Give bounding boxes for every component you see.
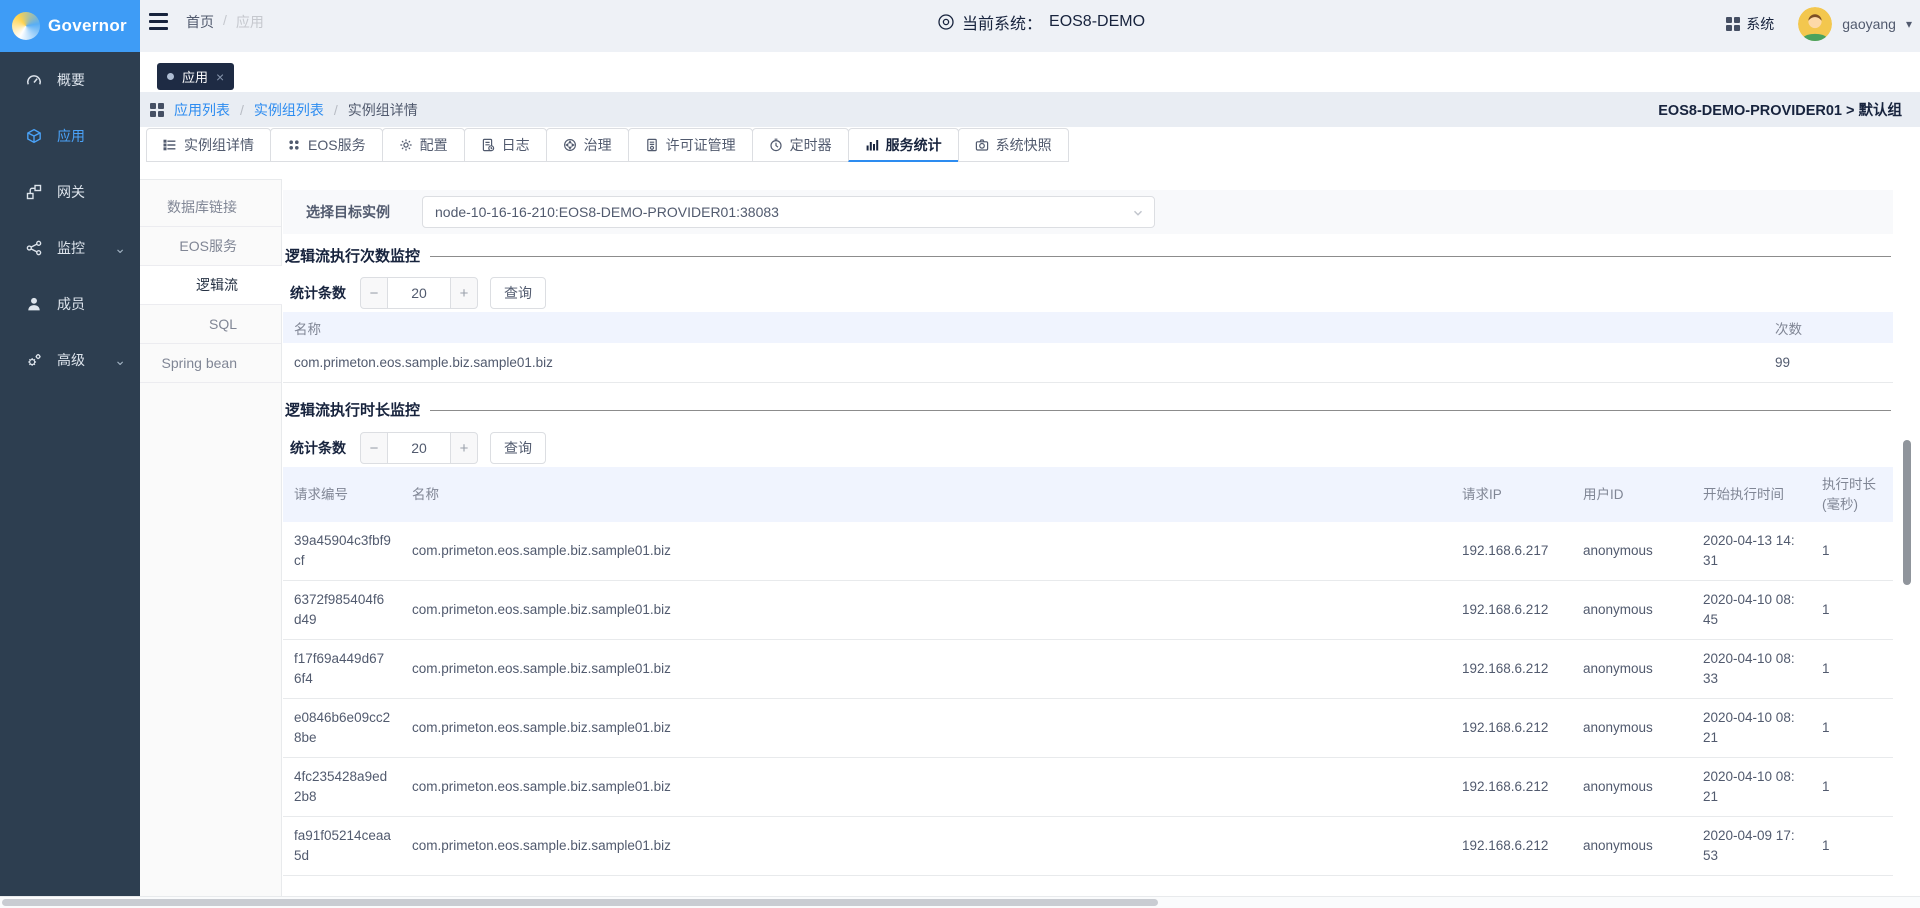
- stat-count-label: 统计条数: [290, 283, 346, 303]
- table-row: 4fc235428a9ed2b8 com.primeton.eos.sample…: [283, 758, 1893, 817]
- sidebar-nav: 概要 应用 网关 监控 ⌄ 成员 高级 ⌄: [0, 52, 140, 388]
- sidebar-item-overview[interactable]: 概要: [0, 52, 140, 108]
- duration-stepper: − +: [360, 432, 478, 464]
- subnav-item-sql[interactable]: SQL: [140, 305, 281, 344]
- section-duration-title: 逻辑流执行时长监控: [285, 399, 1891, 420]
- app-logo[interactable]: Governor: [0, 0, 140, 52]
- list-icon: [163, 138, 177, 152]
- count-table: 名称 次数 com.primeton.eos.sample.biz.sample…: [283, 312, 1893, 383]
- user-icon: [26, 296, 42, 312]
- sidebar-item-application[interactable]: 应用: [0, 108, 140, 164]
- nodes-icon: [26, 240, 42, 256]
- stepper-minus-button[interactable]: −: [360, 432, 388, 464]
- logo-swirl-icon: [12, 12, 40, 40]
- top-breadcrumb: 首页 / 应用: [186, 12, 264, 32]
- breadcrumb-current: 应用: [236, 12, 264, 32]
- tab-dot-icon: [167, 73, 174, 80]
- section-divider: [430, 256, 1891, 257]
- stepper-value-input[interactable]: [388, 432, 450, 464]
- breadcrumb-app-list[interactable]: 应用列表: [174, 100, 230, 120]
- subnav-item-spring-bean[interactable]: Spring bean: [140, 344, 281, 383]
- app-title: Governor: [48, 16, 127, 36]
- statistics-subnav: 数据库链接 EOS服务 逻辑流 SQL Spring bean: [140, 179, 282, 896]
- table-row: 6372f985404f6d49 com.primeton.eos.sample…: [283, 581, 1893, 640]
- gateway-icon: [26, 184, 42, 200]
- duration-stat-controls: 统计条数 − + 查询: [290, 432, 546, 464]
- chevron-down-icon: ⌄: [114, 352, 126, 369]
- governor-app: Governor 概要 应用 网关 监控 ⌄ 成员: [0, 0, 1920, 908]
- table-row: f17f69a449d676f4 com.primeton.eos.sample…: [283, 640, 1893, 699]
- col-user-id: 用户ID: [1583, 485, 1703, 505]
- table-row: 39a45904c3fbf9cf com.primeton.eos.sample…: [283, 522, 1893, 581]
- menu-toggle-icon[interactable]: [149, 13, 168, 30]
- close-icon[interactable]: ×: [216, 69, 224, 85]
- target-instance-select[interactable]: node-10-16-16-210:EOS8-DEMO-PROVIDER01:3…: [422, 196, 1155, 228]
- query-button[interactable]: 查询: [490, 432, 546, 464]
- horizontal-scrollbar-track[interactable]: [0, 896, 1920, 908]
- col-count: 次数: [1775, 318, 1893, 338]
- target-instance-row: 选择目标实例 node-10-16-16-210:EOS8-DEMO-PROVI…: [283, 190, 1893, 234]
- sidebar-item-members[interactable]: 成员: [0, 276, 140, 332]
- col-request-id: 请求编号: [294, 485, 412, 505]
- col-request-ip: 请求IP: [1462, 485, 1583, 505]
- subnav-item-logic-flow[interactable]: 逻辑流: [140, 266, 282, 305]
- vertical-scrollbar[interactable]: [1903, 440, 1911, 585]
- section-count-title: 逻辑流执行次数监控: [285, 245, 1891, 266]
- open-tab-application[interactable]: 应用 ×: [157, 63, 234, 90]
- grid-icon: [150, 103, 164, 117]
- sidebar-item-gateway[interactable]: 网关: [0, 164, 140, 220]
- query-button[interactable]: 查询: [490, 277, 546, 309]
- subnav-item-db-connections[interactable]: 数据库链接: [140, 188, 281, 227]
- breadcrumb-home[interactable]: 首页: [186, 12, 214, 32]
- count-stat-controls: 统计条数 − + 查询: [290, 277, 546, 309]
- col-name: 名称: [283, 318, 1775, 338]
- cube-icon: [26, 128, 42, 144]
- gears-icon: [26, 352, 42, 368]
- main-sidebar: Governor 概要 应用 网关 监控 ⌄ 成员: [0, 0, 140, 908]
- col-name: 名称: [412, 485, 1462, 505]
- stepper-plus-button[interactable]: +: [450, 277, 478, 309]
- table-row: fa91f05214ceaa5d com.primeton.eos.sample…: [283, 817, 1893, 876]
- horizontal-scrollbar-thumb[interactable]: [2, 899, 1158, 906]
- chevron-down-icon: ⌄: [114, 240, 126, 257]
- main-content: 选择目标实例 node-10-16-16-210:EOS8-DEMO-PROVI…: [283, 0, 1893, 908]
- table-row: e0846b6e09cc28be com.primeton.eos.sample…: [283, 699, 1893, 758]
- sidebar-item-advanced[interactable]: 高级 ⌄: [0, 332, 140, 388]
- section-divider: [430, 410, 1891, 411]
- stat-count-label: 统计条数: [290, 438, 346, 458]
- sidebar-item-monitor[interactable]: 监控 ⌄: [0, 220, 140, 276]
- col-duration: 执行时长(毫秒): [1822, 475, 1893, 515]
- table-row: com.primeton.eos.sample.biz.sample01.biz…: [283, 343, 1893, 383]
- chevron-down-icon: [1132, 207, 1144, 219]
- tab-instance-group-detail[interactable]: 实例组详情: [146, 128, 271, 162]
- stepper-value-input[interactable]: [388, 277, 450, 309]
- stepper-plus-button[interactable]: +: [450, 432, 478, 464]
- gauge-icon: [26, 72, 42, 88]
- target-instance-value: node-10-16-16-210:EOS8-DEMO-PROVIDER01:3…: [435, 204, 779, 220]
- col-start-time: 开始执行时间: [1703, 485, 1822, 505]
- count-table-header: 名称 次数: [283, 312, 1893, 343]
- stepper-minus-button[interactable]: −: [360, 277, 388, 309]
- subnav-item-eos-services[interactable]: EOS服务: [140, 227, 281, 266]
- duration-table-header: 请求编号 名称 请求IP 用户ID 开始执行时间 执行时长(毫秒): [283, 467, 1893, 522]
- count-stepper: − +: [360, 277, 478, 309]
- caret-down-icon[interactable]: ▾: [1906, 17, 1912, 31]
- duration-table: 请求编号 名称 请求IP 用户ID 开始执行时间 执行时长(毫秒) 39a459…: [283, 467, 1893, 908]
- target-instance-label: 选择目标实例: [306, 202, 390, 222]
